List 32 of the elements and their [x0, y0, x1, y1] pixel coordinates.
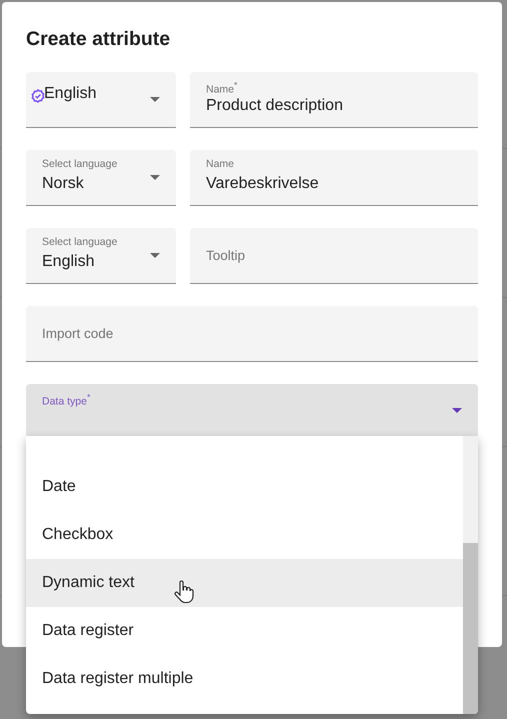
dialog-title: Create attribute [26, 27, 172, 52]
field-value: Norsk [42, 175, 84, 193]
field-value: Product description [206, 97, 343, 115]
input-field[interactable]: Name Varebeskrivelse [190, 150, 478, 206]
field-label: Select language [42, 236, 118, 248]
scrollbar[interactable] [463, 436, 478, 714]
hand-cursor-icon [174, 580, 194, 604]
input-field[interactable]: Tooltip [190, 228, 478, 284]
menu-item[interactable]: Data register [26, 607, 463, 655]
field-label: Name$^{*}$ [206, 80, 238, 96]
field-label: Select language [42, 158, 118, 170]
menu-item[interactable]: Checkbox [26, 511, 463, 559]
select-field[interactable]: Select language Norsk [26, 150, 176, 206]
menu-item[interactable]: Dynamic text [26, 559, 463, 607]
caret-icon [150, 253, 160, 258]
menu-item[interactable]: Data register multiple [26, 655, 463, 703]
field-value: English [44, 84, 96, 104]
select-field[interactable]: Select language English [26, 228, 176, 284]
field-placeholder: Import code [42, 326, 114, 341]
menu-item[interactable]: Date [26, 463, 463, 511]
scrollbar-thumb[interactable] [463, 543, 478, 714]
caret-icon [150, 175, 160, 180]
field-placeholder: Tooltip [206, 248, 246, 263]
field-value: English [42, 253, 94, 271]
field-label: Name [206, 158, 234, 170]
input-field[interactable]: Import code [26, 306, 478, 362]
caret-icon [150, 97, 160, 102]
input-field[interactable]: Name$^{*}$ Product description [190, 72, 478, 128]
field-label: Data type$^{*}$ [42, 392, 90, 408]
field-value: Varebeskrivelse [206, 175, 319, 193]
caret-icon [452, 408, 462, 413]
select-field[interactable]: English [26, 72, 176, 128]
